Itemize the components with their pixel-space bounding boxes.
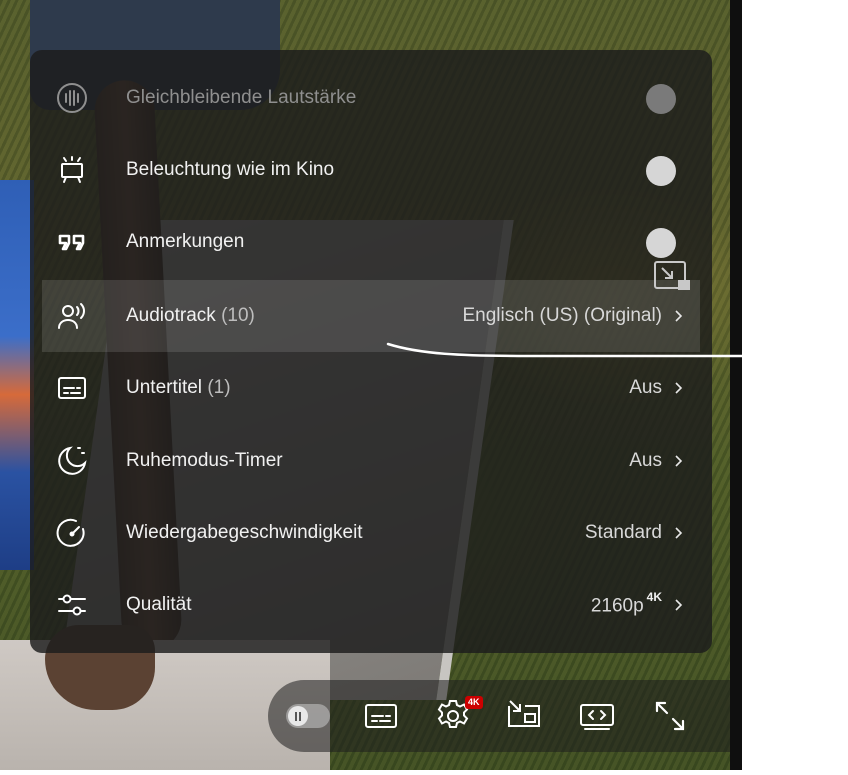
- video-frame[interactable]: Gleichbleibende Lautstärke Beleuchtung w…: [0, 0, 730, 770]
- ambient-mode-icon: [56, 154, 88, 186]
- quality-value: 2160p 4K: [590, 589, 662, 617]
- quality-badge: 4K: [465, 696, 483, 709]
- chevron-right-icon: [672, 309, 686, 323]
- playback-speed-icon: [56, 517, 88, 549]
- audio-track-value: Englisch (US) (Original): [462, 305, 662, 326]
- chevron-right-icon: [672, 598, 686, 612]
- ambient-mode-toggle[interactable]: [636, 155, 676, 186]
- miniplayer-hint-icon: [652, 260, 692, 294]
- subtitles-button[interactable]: [363, 698, 399, 734]
- miniplayer-icon: [508, 700, 540, 727]
- settings-item-annotations[interactable]: Anmerkungen: [42, 206, 700, 278]
- player-controls: 4K: [268, 680, 730, 752]
- stable-volume-icon: [56, 82, 88, 114]
- player-edge: [730, 0, 742, 770]
- pointer-trail: [386, 342, 750, 358]
- settings-item-stable-volume[interactable]: Gleichbleibende Lautstärke: [42, 62, 700, 134]
- settings-item-sleep-timer[interactable]: Ruhemodus-Timer Aus: [42, 425, 700, 497]
- settings-item-label: Ruhemodus-Timer: [126, 450, 283, 471]
- quality-icon: [56, 589, 88, 621]
- annotations-toggle[interactable]: [636, 227, 676, 258]
- subtitles-icon: [365, 704, 397, 728]
- settings-item-label: Qualität: [126, 594, 192, 615]
- pause-icon: [288, 706, 308, 726]
- settings-item-quality[interactable]: Qualität 2160p 4K: [42, 569, 700, 641]
- chevron-right-icon: [672, 381, 686, 395]
- settings-item-label: Wiedergabegeschwindigkeit: [126, 522, 363, 543]
- settings-item-label: Untertitel (1): [126, 377, 231, 398]
- settings-item-label: Gleichbleibende Lautstärke: [126, 87, 357, 108]
- settings-item-label: Beleuchtung wie im Kino: [126, 159, 335, 180]
- playback-speed-value: Standard: [584, 522, 662, 543]
- annotations-icon: [56, 226, 88, 258]
- subtitles-value: Aus: [629, 377, 662, 398]
- sleep-timer-value: Aus: [629, 450, 662, 471]
- autoplay-toggle[interactable]: [286, 704, 330, 728]
- chevron-right-icon: [672, 526, 686, 540]
- sleep-timer-icon: [56, 445, 88, 477]
- fullscreen-icon: [655, 701, 685, 731]
- theater-mode-button[interactable]: [579, 698, 615, 734]
- settings-item-label: Audiotrack (10): [126, 305, 255, 326]
- fullscreen-button[interactable]: [652, 698, 688, 734]
- subtitles-icon: [56, 372, 88, 404]
- audio-track-icon: [56, 300, 88, 332]
- miniplayer-button[interactable]: [506, 698, 542, 734]
- video-blue-object: [0, 180, 34, 570]
- stable-volume-toggle[interactable]: [636, 83, 676, 114]
- settings-item-label: Anmerkungen: [126, 231, 245, 252]
- settings-item-ambient-mode[interactable]: Beleuchtung wie im Kino: [42, 134, 700, 206]
- settings-item-playback-speed[interactable]: Wiedergabegeschwindigkeit Standard: [42, 497, 700, 569]
- chevron-right-icon: [672, 454, 686, 468]
- theater-mode-icon: [580, 704, 614, 730]
